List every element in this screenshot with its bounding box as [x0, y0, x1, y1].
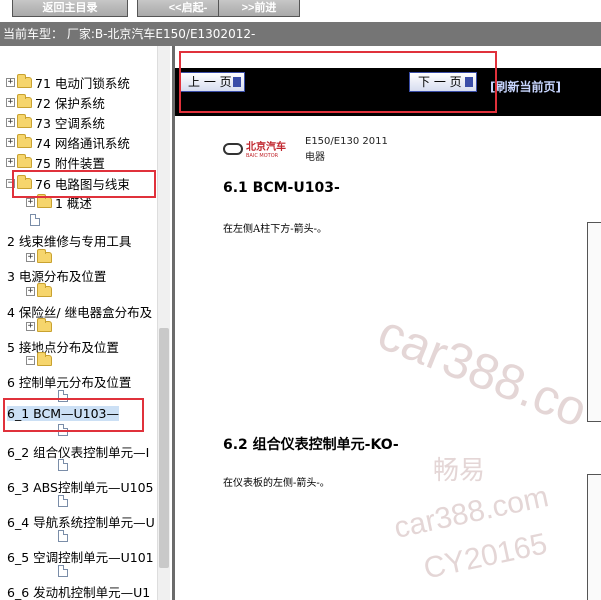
watermark-text: CY20165	[420, 527, 551, 586]
tree-scrollbar[interactable]	[157, 46, 170, 600]
top-toolbar: 返回主目录 <<启起- >>前进	[0, 0, 601, 22]
brand-logo-icon	[223, 142, 243, 155]
folder-icon	[37, 193, 52, 208]
tree-link-5[interactable]: 5 接地点分布及位置	[7, 337, 119, 356]
expand-icon[interactable]: +	[26, 197, 35, 207]
model-sublabel: 电器	[305, 152, 325, 163]
watermark-text: 畅易	[433, 455, 486, 485]
tree-item-label: 72 保护系统	[35, 95, 105, 111]
tree-item-label: 75 附件装置	[35, 155, 105, 171]
highlight-box	[12, 170, 156, 198]
document-icon	[30, 214, 40, 226]
tree-item-label: 74 网络通讯系统	[35, 135, 130, 151]
expand-icon[interactable]: +	[6, 157, 15, 167]
forward-button[interactable]: >>前进	[218, 0, 300, 17]
model-label: E150/E130 2011	[305, 136, 388, 147]
figure-image	[587, 222, 601, 422]
folder-icon	[17, 153, 32, 168]
tree-item-75[interactable]: + 75 附件装置	[6, 153, 105, 171]
document-icon	[58, 565, 68, 577]
expand-icon[interactable]: +	[26, 321, 35, 331]
folder-icon	[37, 248, 52, 263]
folder-icon	[17, 113, 32, 128]
tree-item-71[interactable]: + 71 电动门锁系统	[6, 73, 130, 91]
collapse-icon[interactable]: −	[26, 355, 35, 365]
catalog-tree: + 71 电动门锁系统 + 72 保护系统 + 73 空调系统 + 74 网络通…	[0, 46, 157, 600]
expand-icon[interactable]: +	[6, 117, 15, 127]
document-frame: 上 一 页 下 一 页 [刷新当前页] 北京汽车 BAIC MOTOR E150…	[172, 46, 601, 600]
tree-node-4[interactable]: +	[26, 282, 55, 300]
folder-icon	[37, 317, 52, 332]
tree-link-6-6[interactable]: 6_6 发动机控制单元—U1	[7, 582, 150, 600]
section-text: 在仪表板的左侧-箭头-。	[223, 478, 330, 489]
folder-icon	[17, 93, 32, 108]
home-button[interactable]: 返回主目录	[12, 0, 128, 17]
figure-image	[587, 474, 601, 600]
tree-item-73[interactable]: + 73 空调系统	[6, 113, 105, 131]
vehicle-info-bar: 当前车型： 厂家:B-北京汽车E150/E1302012-	[0, 22, 601, 46]
watermark-text: car388.com	[391, 480, 552, 545]
folder-icon	[17, 133, 32, 148]
tree-link-6[interactable]: 6 控制单元分布及位置	[7, 372, 131, 391]
watermark-text: car388.co	[370, 303, 596, 439]
tree-link-6-4[interactable]: 6_4 导航系统控制单元—U	[7, 512, 155, 531]
folder-icon	[37, 282, 52, 297]
document-icon	[58, 530, 68, 542]
tree-link-3[interactable]: 3 电源分布及位置	[7, 266, 106, 285]
document-icon	[58, 459, 68, 471]
tree-item-label: 71 电动门锁系统	[35, 75, 130, 91]
folder-icon	[17, 73, 32, 88]
expand-icon[interactable]: +	[6, 97, 15, 107]
expand-icon[interactable]: +	[26, 252, 35, 262]
brand-name-cn: 北京汽车	[246, 142, 286, 153]
document-page: 北京汽车 BAIC MOTOR E150/E130 2011 电器 6.1 BC…	[183, 124, 601, 600]
expand-icon[interactable]: +	[6, 77, 15, 87]
tree-link-6-5[interactable]: 6_5 空调控制单元—U101	[7, 547, 154, 566]
section-title: 6.1 BCM-U103-	[223, 180, 340, 196]
tree-node-3[interactable]: +	[26, 248, 55, 266]
baic-logo: 北京汽车 BAIC MOTOR	[223, 138, 286, 159]
highlight-box	[3, 398, 144, 432]
expand-icon[interactable]: +	[6, 137, 15, 147]
tree-link-6-2[interactable]: 6_2 组合仪表控制单元—I	[7, 442, 149, 461]
expand-icon[interactable]: +	[26, 286, 35, 296]
tree-item-74[interactable]: + 74 网络通讯系统	[6, 133, 130, 151]
document-icon	[58, 495, 68, 507]
folder-open-icon	[37, 351, 52, 366]
refresh-page-link[interactable]: [刷新当前页]	[490, 78, 561, 95]
scrollbar-thumb[interactable]	[159, 328, 169, 568]
section-text: 在左侧A柱下方-箭头-。	[223, 224, 327, 235]
highlight-box	[179, 51, 497, 113]
tree-node-6[interactable]: −	[26, 351, 55, 369]
tree-item-label: 73 空调系统	[35, 115, 105, 131]
tree-link-6-3[interactable]: 6_3 ABS控制单元—U105	[7, 477, 153, 496]
brand-name-en: BAIC MOTOR	[246, 153, 279, 159]
section-title: 6.2 组合仪表控制单元-KO-	[223, 437, 399, 453]
tree-item-72[interactable]: + 72 保护系统	[6, 93, 105, 111]
tree-node-5[interactable]: +	[26, 317, 55, 335]
